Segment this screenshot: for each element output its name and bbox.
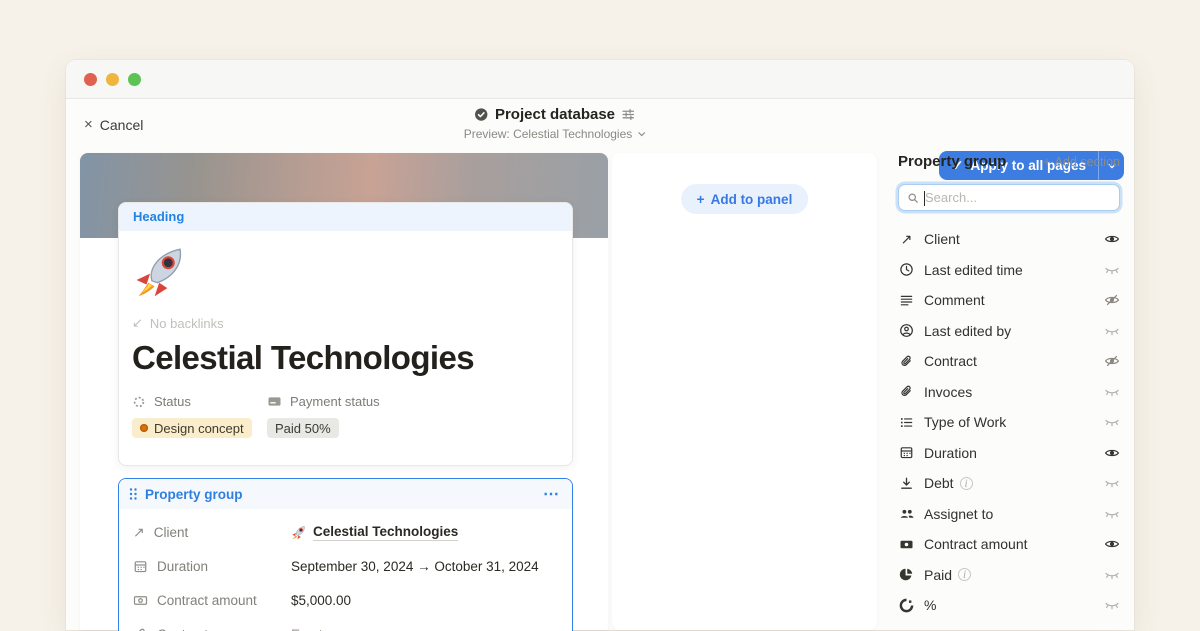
sidebar-item-debt[interactable]: Debti [898,468,1120,499]
property-group-card[interactable]: Property group ⋯ ↗ Client [118,478,573,631]
eye-closed-icon[interactable] [1104,414,1120,430]
status-dot-icon [140,424,148,432]
add-section-button[interactable]: + Add section [1043,155,1120,169]
heading-section-label: Heading [119,203,572,231]
person-circle-icon [898,323,915,338]
sidebar-item-type-of-work[interactable]: Type of Work [898,407,1120,438]
property-row-duration[interactable]: Duration September 30, 2024 → October 31… [133,549,558,583]
page-title: Celestial Technologies [132,339,558,377]
status-field-label: Status [132,394,267,409]
add-to-panel-button[interactable]: + Add to panel [681,184,809,214]
sidebar-item-contract[interactable]: Contract [898,346,1120,377]
sidebar-item-last-edited-by[interactable]: Last edited by [898,316,1120,347]
payment-status-field-label: Payment status [267,394,380,409]
plus-icon: + [1043,155,1050,169]
bulleted-list-icon [898,415,915,430]
chevron-down-icon [636,129,646,139]
people-icon [898,506,915,522]
eye-closed-icon[interactable] [1104,262,1120,278]
sidebar-item-client[interactable]: ↗ Client [898,224,1120,255]
preview-selector[interactable]: Preview: Celestial Technologies [464,127,647,141]
pie-arc-icon [898,598,915,613]
status-badge[interactable]: Design concept [132,418,252,438]
arrow-up-right-icon: ↗ [898,232,915,246]
verified-badge-icon [474,107,489,122]
rocket-icon [291,524,307,540]
more-options-icon[interactable]: ⋯ [543,484,560,504]
text-caret [924,191,925,206]
layout-panel: + Add to panel [612,153,877,630]
eye-open-icon[interactable] [1104,536,1120,552]
calendar-icon [898,445,915,460]
banknote-icon [133,593,148,608]
info-icon[interactable]: i [958,568,971,581]
property-group-card-title: Property group [145,487,243,502]
eye-closed-icon[interactable] [1104,323,1120,339]
eye-open-icon[interactable] [1104,231,1120,247]
property-row-contract-amount[interactable]: Contract amount $5,000.00 [133,583,558,617]
database-title[interactable]: Project database [495,106,615,123]
arrow-up-right-icon: ↗ [133,525,145,539]
clock-icon [898,262,915,277]
sidebar-item-percent[interactable]: % [898,590,1120,621]
search-input[interactable] [925,190,1095,205]
pie-chart-icon [898,567,915,582]
client-link[interactable]: Celestial Technologies [313,524,458,541]
paperclip-icon [898,384,915,399]
property-row-client[interactable]: ↗ Client Celestial Technologies [133,515,558,549]
sidebar-item-assignet-to[interactable]: Assignet to [898,499,1120,530]
paperclip-icon [898,354,915,369]
no-backlinks-label: No backlinks [150,316,224,331]
eye-slash-icon[interactable] [1104,292,1120,308]
sidebar-title: Property group [898,153,1006,170]
banknote-icon [898,537,915,552]
cancel-label: Cancel [100,117,144,133]
info-icon[interactable]: i [960,477,973,490]
toolbar-center: Project database Preview: Celestial Tech… [464,106,647,141]
eye-open-icon[interactable] [1104,445,1120,461]
property-row-partial[interactable]: Contract Empty [133,617,558,631]
payment-status-badge[interactable]: Paid 50% [267,418,339,438]
cancel-button[interactable]: × Cancel [84,116,143,133]
eye-closed-icon[interactable] [1104,506,1120,522]
search-icon [907,192,919,204]
modal-window: × Cancel Project database Preview: Celes… [66,60,1134,630]
titlebar [66,60,1134,99]
sidebar-item-duration[interactable]: Duration [898,438,1120,469]
toolbar: × Cancel Project database Preview: Celes… [66,99,1134,155]
drag-handle-icon[interactable] [128,487,138,501]
sidebar-item-comment[interactable]: Comment [898,285,1120,316]
plus-icon: + [697,192,705,207]
sidebar-item-last-edited-time[interactable]: Last edited time [898,255,1120,286]
eye-slash-icon[interactable] [1104,353,1120,369]
rocket-icon [132,241,190,299]
text-lines-icon [898,293,915,308]
close-icon: × [84,116,93,133]
traffic-light-zoom[interactable] [128,73,141,86]
traffic-light-minimize[interactable] [106,73,119,86]
eye-closed-icon[interactable] [1104,567,1120,583]
eye-closed-icon[interactable] [1104,597,1120,613]
paperclip-icon [133,627,148,631]
no-backlinks[interactable]: ↙ No backlinks [132,315,558,331]
sidebar-item-invoces[interactable]: Invoces [898,377,1120,408]
sidebar-item-paid[interactable]: Paidi [898,560,1120,591]
eye-closed-icon[interactable] [1104,384,1120,400]
property-sidebar: Property group + Add section ↗ Client [898,153,1120,621]
arrow-down-left-icon: ↙ [132,315,143,331]
sidebar-item-contract-amount[interactable]: Contract amount [898,529,1120,560]
eye-closed-icon[interactable] [1104,475,1120,491]
tune-icon[interactable] [621,107,636,122]
status-spinner-icon [132,395,146,409]
preview-label: Preview: Celestial Technologies [464,127,633,141]
calendar-icon [133,559,148,574]
credit-card-icon [267,394,282,409]
heading-section-card[interactable]: Heading ↙ No backlinks Celestial Technol… [118,202,573,466]
traffic-light-close[interactable] [84,73,97,86]
search-box[interactable] [898,184,1120,211]
download-icon [898,476,915,491]
